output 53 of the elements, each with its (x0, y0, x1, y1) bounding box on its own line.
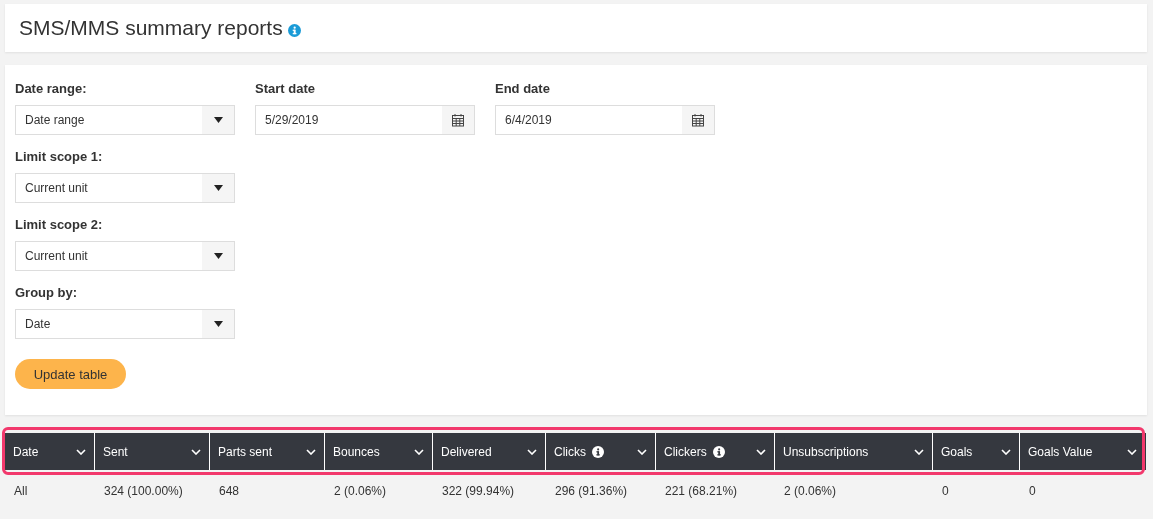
field-label: End date (495, 81, 551, 96)
dropdown-field[interactable]: Current unit (15, 173, 235, 203)
chevron-down-icon (914, 448, 924, 455)
column-header[interactable]: Bounces (325, 433, 433, 470)
table-cell-text: 296 (91.36%) (554, 483, 629, 500)
column-header[interactable]: Clicks (546, 433, 656, 470)
dropdown-arrow-icon (213, 321, 223, 327)
dropdown-arrow-icon (213, 117, 223, 123)
column-header[interactable]: Delivered (433, 433, 546, 470)
table-cell-text: 324 (100.00%) (103, 483, 184, 500)
chevron-down-icon (527, 448, 537, 455)
field-label: Group by: (15, 285, 79, 300)
table-cell-text: 648 (218, 483, 241, 500)
dropdown-field[interactable]: Date (15, 309, 235, 339)
update-table-button[interactable]: Update table (15, 359, 126, 389)
field-label: Date range: (15, 81, 88, 96)
field-label: Limit scope 2: (15, 217, 104, 232)
chevron-down-icon (756, 448, 766, 455)
dropdown-field[interactable]: Current unit (15, 241, 235, 271)
column-header[interactable]: Clickers (656, 433, 775, 470)
dropdown-field[interactable]: Date range (15, 105, 235, 135)
chevron-down-icon (1127, 448, 1137, 455)
date-field[interactable]: 5/29/2019 (255, 105, 475, 135)
calendar-icon (451, 113, 465, 127)
column-header[interactable]: Goals (933, 433, 1020, 470)
chevron-down-icon (414, 448, 424, 455)
table-cell-text: 2 (0.06%) (333, 483, 388, 500)
field-label: Limit scope 1: (15, 149, 104, 164)
dropdown-arrow-icon (213, 253, 223, 259)
chevron-down-icon (191, 448, 201, 455)
table-cell-text: 322 (99.94%) (441, 483, 516, 500)
page-title: SMS/MMS summary reports (19, 16, 283, 40)
table-cell-text: 2 (0.06%) (783, 483, 838, 500)
field-label: Start date (255, 81, 316, 96)
chevron-down-icon (76, 448, 86, 455)
table-cell-text: 0 (1028, 483, 1037, 500)
date-field[interactable]: 6/4/2019 (495, 105, 715, 135)
column-header[interactable]: Unsubscriptions (775, 433, 933, 470)
chevron-down-icon (637, 448, 647, 455)
info-icon (287, 23, 301, 37)
chevron-down-icon (1001, 448, 1011, 455)
column-header[interactable]: Sent (95, 433, 210, 470)
column-header[interactable]: Date (5, 433, 95, 470)
info-icon (712, 445, 725, 458)
info-icon (592, 445, 604, 458)
dropdown-arrow-icon (213, 185, 223, 191)
column-header[interactable]: Parts sent (210, 433, 325, 470)
chevron-down-icon (306, 448, 316, 455)
table-cell-text: All (13, 483, 29, 500)
calendar-icon (691, 113, 705, 127)
column-header[interactable]: Goals Value (1020, 433, 1145, 470)
table-cell-text: 0 (941, 483, 950, 500)
table-cell-text: 221 (68.21%) (664, 483, 739, 500)
